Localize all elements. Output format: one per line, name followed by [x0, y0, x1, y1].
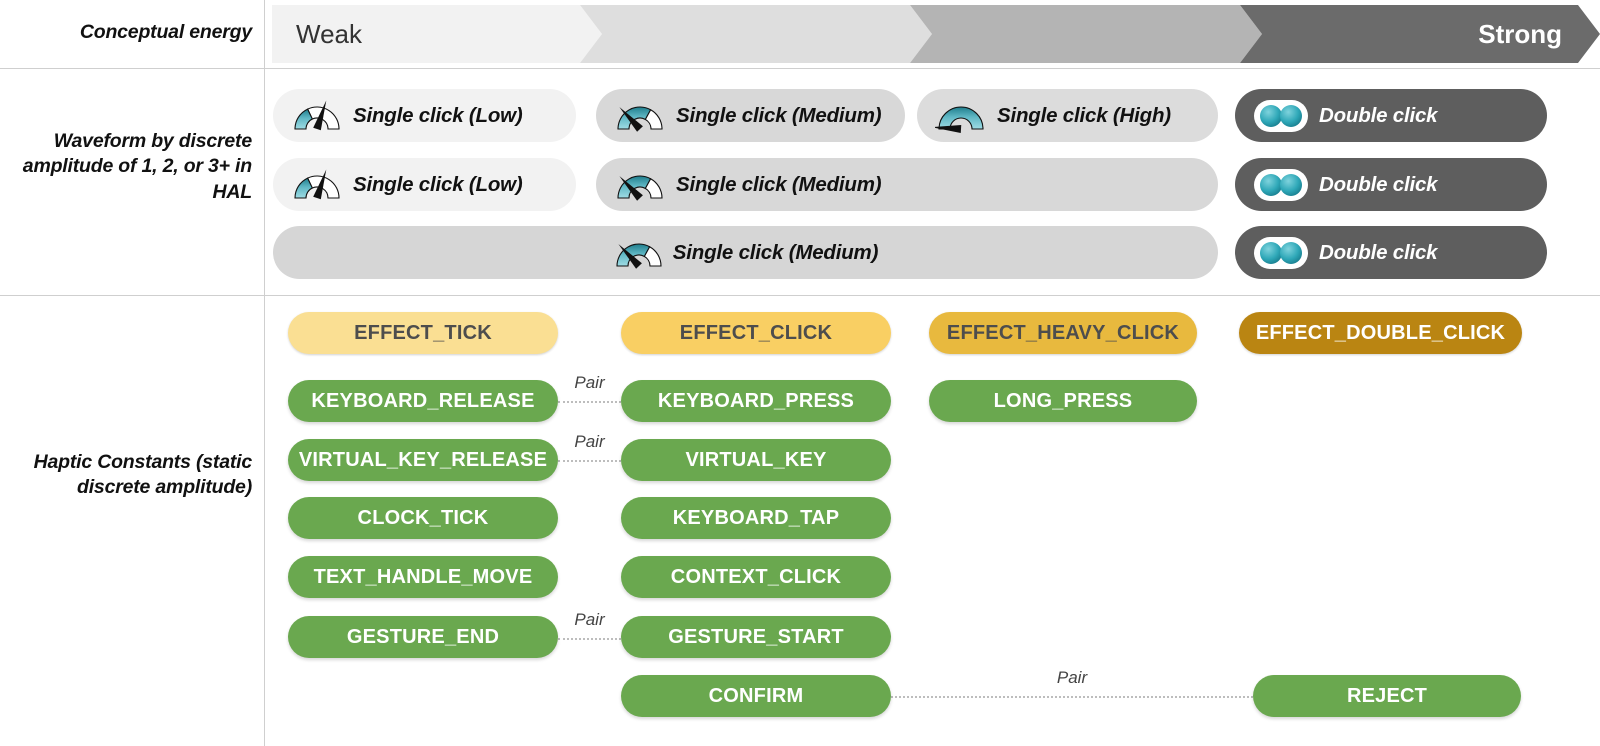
constant-pill-keyboard-tap[interactable]: KEYBOARD_TAP [621, 497, 891, 539]
waveform-label: Double click [1319, 240, 1438, 264]
energy-segment-3 [910, 5, 1262, 63]
double-dot-icon [1253, 236, 1309, 270]
row-label-conceptual-energy: Conceptual energy [79, 21, 252, 43]
effect-pill-effect-tick[interactable]: EFFECT_TICK [288, 312, 558, 354]
waveform-pill-single-click-medium-1[interactable]: Single click (Medium) [596, 89, 905, 142]
gauge-medium-icon [614, 97, 666, 135]
constant-pill-virtual-key-release[interactable]: VIRTUAL_KEY_RELEASE [288, 439, 558, 481]
waveform-pill-double-click-3[interactable]: Double click [1235, 226, 1547, 279]
pair-connector-line-gesture [558, 638, 621, 640]
waveform-pill-single-click-low-1[interactable]: Single click (Low) [273, 89, 576, 142]
gauge-high-icon [935, 97, 987, 135]
gauge-medium-icon [613, 234, 665, 272]
pair-connector-line-virtual-key [558, 460, 621, 462]
constant-label: KEYBOARD_PRESS [657, 389, 855, 412]
haptics-energy-chart: Conceptual energy Waveform by discrete a… [0, 0, 1600, 746]
row-label-waveform: Waveform by discrete amplitude of 1, 2, … [22, 130, 252, 203]
pair-label-confirm-reject: Pair [1056, 668, 1088, 687]
constant-label: KEYBOARD_TAP [672, 506, 840, 529]
divider-vertical-label-column [264, 0, 265, 746]
waveform-pill-single-click-medium-2[interactable]: Single click (Medium) [596, 158, 1218, 211]
constant-pill-clock-tick[interactable]: CLOCK_TICK [288, 497, 558, 539]
constant-label: GESTURE_START [668, 625, 844, 648]
pair-connector-line-keyboard [558, 401, 621, 403]
waveform-pill-single-click-low-2[interactable]: Single click (Low) [273, 158, 576, 211]
row-label-haptic-constants: Haptic Constants (static discrete amplit… [33, 451, 253, 499]
constant-label: TEXT_HANDLE_MOVE [313, 565, 533, 588]
divider-horizontal-bottom [0, 295, 1600, 296]
constant-pill-gesture-start[interactable]: GESTURE_START [621, 616, 891, 658]
waveform-pill-double-click-1[interactable]: Double click [1235, 89, 1547, 142]
waveform-label: Single click (Low) [353, 103, 523, 127]
double-dot-icon [1253, 168, 1309, 202]
gauge-low-icon [291, 97, 343, 135]
constant-label: CONTEXT_CLICK [670, 565, 842, 588]
double-dot-icon [1253, 99, 1309, 133]
waveform-label: Single click (Low) [353, 172, 523, 196]
pair-label-keyboard: Pair [574, 373, 605, 392]
energy-segment-2 [580, 5, 932, 63]
energy-segment-strong: Strong [1240, 5, 1600, 63]
effect-pill-effect-heavy-click[interactable]: EFFECT_HEAVY_CLICK [929, 312, 1197, 354]
constant-label: LONG_PRESS [993, 389, 1133, 412]
constant-label: VIRTUAL_KEY [685, 448, 827, 471]
constant-pill-reject[interactable]: REJECT [1253, 675, 1521, 717]
waveform-label: Single click (Medium) [672, 240, 879, 264]
effect-pill-effect-click[interactable]: EFFECT_CLICK [621, 312, 891, 354]
energy-label-weak: Weak [296, 18, 362, 49]
waveform-label: Double click [1319, 103, 1438, 127]
constant-label: KEYBOARD_RELEASE [311, 389, 535, 412]
constant-pill-text-handle-move[interactable]: TEXT_HANDLE_MOVE [288, 556, 558, 598]
constant-pill-gesture-end[interactable]: GESTURE_END [288, 616, 558, 658]
waveform-label: Single click (High) [997, 103, 1171, 127]
conceptual-energy-bar: Weak Strong [272, 5, 1600, 63]
gauge-low-icon [291, 166, 343, 204]
effect-label: EFFECT_HEAVY_CLICK [946, 321, 1180, 344]
constant-label: CONFIRM [708, 684, 804, 707]
gauge-medium-icon [614, 166, 666, 204]
waveform-label: Single click (Medium) [676, 172, 882, 196]
constant-pill-context-click[interactable]: CONTEXT_CLICK [621, 556, 891, 598]
effect-pill-effect-double-click[interactable]: EFFECT_DOUBLE_CLICK [1239, 312, 1522, 354]
constant-pill-keyboard-press[interactable]: KEYBOARD_PRESS [621, 380, 891, 422]
waveform-label: Single click (Medium) [676, 103, 882, 127]
constant-label: REJECT [1346, 684, 1428, 707]
constant-label: CLOCK_TICK [357, 506, 489, 529]
constant-pill-long-press[interactable]: LONG_PRESS [929, 380, 1197, 422]
constant-pill-keyboard-release[interactable]: KEYBOARD_RELEASE [288, 380, 558, 422]
effect-label: EFFECT_TICK [354, 321, 492, 344]
waveform-label: Double click [1319, 172, 1438, 196]
waveform-pill-double-click-2[interactable]: Double click [1235, 158, 1547, 211]
constant-label: VIRTUAL_KEY_RELEASE [298, 448, 548, 471]
constant-pill-confirm[interactable]: CONFIRM [621, 675, 891, 717]
divider-horizontal-top [0, 68, 1600, 69]
pair-label-virtual-key: Pair [574, 432, 605, 451]
effect-label: EFFECT_CLICK [679, 321, 833, 344]
waveform-pill-single-click-medium-3[interactable]: Single click (Medium) [273, 226, 1218, 279]
pair-label-gesture: Pair [574, 610, 605, 629]
constant-label: GESTURE_END [346, 625, 500, 648]
pair-connector-line-confirm-reject [891, 696, 1253, 698]
energy-segment-weak: Weak [272, 5, 602, 63]
waveform-pill-single-click-high-1[interactable]: Single click (High) [917, 89, 1218, 142]
energy-label-strong: Strong [1478, 18, 1562, 49]
effect-label: EFFECT_DOUBLE_CLICK [1255, 321, 1506, 344]
constant-pill-virtual-key[interactable]: VIRTUAL_KEY [621, 439, 891, 481]
